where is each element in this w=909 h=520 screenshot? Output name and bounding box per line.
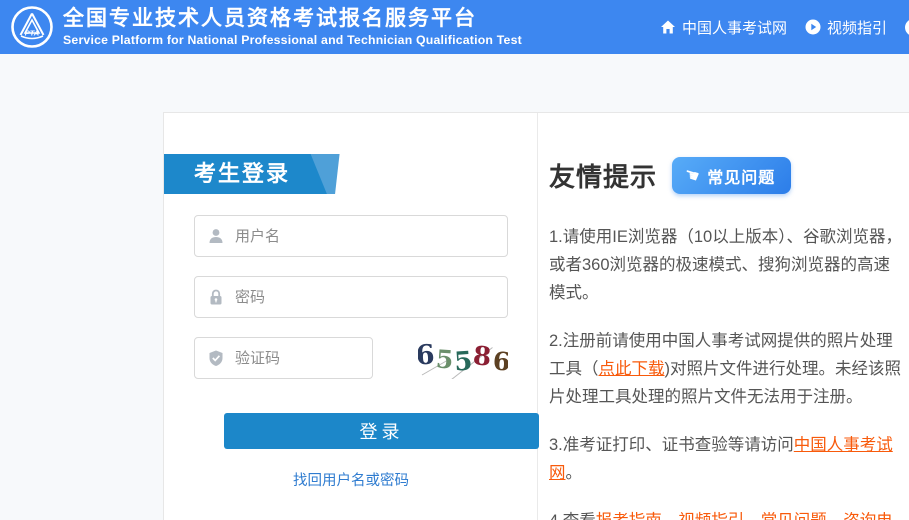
captcha-digit: 5	[453, 346, 474, 378]
login-section: 考生登录 65586 登录	[164, 113, 539, 520]
site-title: 全国专业技术人员资格考试报名服务平台	[63, 6, 477, 30]
clipped-circle-icon	[905, 18, 909, 36]
pointing-hand-icon: ☚	[681, 163, 703, 188]
login-button[interactable]: 登录	[224, 413, 539, 449]
nav-link-video-guide[interactable]: 视频指引	[805, 17, 887, 38]
captcha-digit: 5	[434, 343, 455, 375]
nav-link-label: 视频指引	[826, 19, 887, 37]
captcha-row: 65586	[194, 337, 508, 379]
faq-button-label: 常见问题	[707, 169, 776, 187]
captcha-digit: 6	[491, 346, 508, 376]
captcha-image[interactable]: 65586	[418, 337, 508, 379]
play-icon	[805, 19, 821, 35]
tip-link[interactable]: 视频指引	[678, 512, 744, 520]
lock-icon	[210, 289, 222, 305]
tip-item: 2.注册前请使用中国人事考试网提供的照片处理工具（点此下载)对照片文件进行处理。…	[549, 332, 901, 406]
login-form: 65586 登录 找回用户名或密码	[164, 194, 539, 490]
captcha-field-wrap	[194, 337, 373, 379]
svg-text:PTA: PTA	[25, 29, 39, 38]
site-title-block: 全国专业技术人员资格考试报名服务平台 Service Platform for …	[63, 7, 522, 47]
tip-item: 1.请使用IE浏览器（10以上版本）、谷歌浏览器，或者360浏览器的极速模式、搜…	[549, 228, 902, 302]
shield-check-icon	[209, 350, 223, 366]
user-icon	[209, 229, 223, 243]
cpta-logo-icon: PTA	[11, 6, 53, 48]
tips-header: 友情提示 ☚ 常见问题	[549, 157, 905, 194]
username-input[interactable]	[235, 227, 507, 245]
site-subtitle: Service Platform for National Profession…	[63, 33, 522, 47]
header-nav: 中国人事考试网 视频指引	[660, 0, 909, 54]
main-panel: 考生登录 65586 登录	[163, 112, 909, 520]
forgot-credentials-link[interactable]: 找回用户名或密码	[293, 473, 409, 489]
tip-item: 3.准考证打印、证书查验等请访问中国人事考试网。	[549, 436, 893, 482]
faq-button[interactable]: ☚ 常见问题	[672, 157, 792, 194]
page-header: PTA 全国专业技术人员资格考试报名服务平台 Service Platform …	[0, 0, 909, 54]
tip-link[interactable]: 点此下载	[599, 360, 665, 378]
login-banner-label: 考生登录	[194, 161, 291, 186]
captcha-input[interactable]	[235, 349, 372, 367]
nav-link-cpta-site[interactable]: 中国人事考试网	[660, 17, 787, 38]
nav-link-label: 中国人事考试网	[681, 19, 787, 37]
tip-item: 4.查看报考指南、视频指引、常见问题、咨询电话。	[549, 507, 905, 520]
tips-title: 友情提示	[549, 162, 658, 192]
captcha-digit: 6	[418, 339, 436, 371]
tip-link[interactable]: 中国人事考试网	[549, 436, 893, 482]
captcha-digit: 8	[472, 341, 493, 373]
tip-link[interactable]: 报考指南	[596, 512, 662, 520]
tips-section: 友情提示 ☚ 常见问题 1.请使用IE浏览器（10以上版本）、谷歌浏览器，或者3…	[538, 113, 909, 520]
tip-link[interactable]: 常见问题	[761, 512, 827, 520]
home-icon	[660, 20, 675, 34]
tips-list: 1.请使用IE浏览器（10以上版本）、谷歌浏览器，或者360浏览器的极速模式、搜…	[549, 223, 905, 520]
forgot-row: 找回用户名或密码	[194, 469, 508, 490]
password-field-wrap	[194, 276, 508, 318]
username-field-wrap	[194, 215, 508, 257]
login-banner: 考生登录	[164, 154, 345, 194]
password-input[interactable]	[235, 288, 507, 306]
